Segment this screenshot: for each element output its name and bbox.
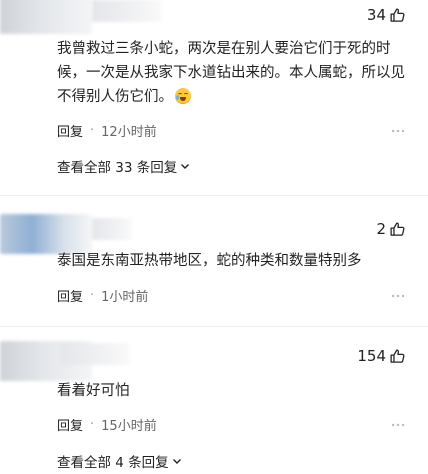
comment-meta: 回复 · 1小时前 <box>57 286 148 305</box>
like-count: 34 <box>366 6 386 24</box>
username-blurred[interactable] <box>92 218 132 240</box>
separator-dot: · <box>90 288 95 303</box>
more-options-icon[interactable] <box>390 123 406 139</box>
separator-dot: · <box>90 123 95 138</box>
comment-meta: 回复 · 12小时前 <box>57 121 157 140</box>
avatar[interactable] <box>0 214 92 254</box>
comment-3: 154 看着好可怕 回复 · 15小时前 查看全部 4 条回复 <box>0 327 428 474</box>
chevron-down-icon <box>172 459 181 464</box>
comment-text: 看着好可怕 <box>57 383 130 399</box>
view-all-replies-label: 查看全部 4 条回复 <box>57 455 169 471</box>
comment-meta: 回复 · 15小时前 <box>57 415 157 434</box>
like-button[interactable]: 154 <box>357 347 406 365</box>
comment-time: 1小时前 <box>101 290 149 305</box>
comment-text: 我曾救过三条小蛇，两次是在别人要治它们于死的时候，一次是从我家下水道钻出来的。本… <box>57 41 405 105</box>
reply-button[interactable]: 回复 <box>57 121 83 140</box>
view-all-replies-button[interactable]: 查看全部 4 条回复 <box>57 451 182 471</box>
view-all-replies-label: 查看全部 33 条回复 <box>57 160 178 176</box>
comment-1: 34 我曾救过三条小蛇，两次是在别人要治它们于死的时候，一次是从我家下水道钻出来… <box>0 0 428 195</box>
like-button[interactable]: 2 <box>376 220 406 238</box>
comment-text: 泰国是东南亚热带地区，蛇的种类和数量特别多 <box>57 253 362 269</box>
reply-button[interactable]: 回复 <box>57 286 83 305</box>
thumbs-up-icon <box>390 348 405 363</box>
reply-button[interactable]: 回复 <box>57 415 83 434</box>
thumbs-up-icon <box>390 221 405 236</box>
crying-laughing-emoji <box>175 88 191 104</box>
username-blurred[interactable] <box>60 343 130 365</box>
more-options-icon[interactable] <box>390 417 406 433</box>
comment-time: 15小时前 <box>101 419 157 434</box>
like-count: 2 <box>376 220 386 238</box>
comment-time: 12小时前 <box>101 125 157 140</box>
view-all-replies-button[interactable]: 查看全部 33 条回复 <box>57 156 190 176</box>
like-count: 154 <box>357 347 386 365</box>
avatar[interactable] <box>0 0 92 34</box>
comment-2: 2 泰国是东南亚热带地区，蛇的种类和数量特别多 回复 · 1小时前 <box>0 196 428 326</box>
username-blurred[interactable] <box>92 0 162 22</box>
thumbs-up-icon <box>390 7 405 22</box>
more-options-icon[interactable] <box>390 288 406 304</box>
chevron-down-icon <box>181 164 190 169</box>
like-button[interactable]: 34 <box>367 6 406 24</box>
separator-dot: · <box>90 417 95 432</box>
